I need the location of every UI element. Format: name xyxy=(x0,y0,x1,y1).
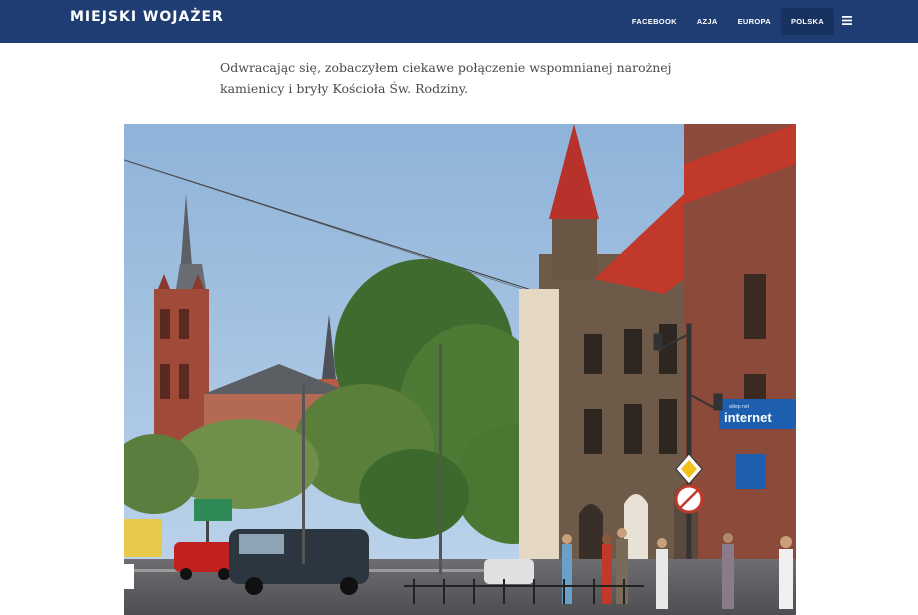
article-paragraph: Odwracając się, zobaczyłem ciekawe połąc… xyxy=(220,60,672,96)
street-photo-illustration: internet sklep net xyxy=(124,124,796,615)
site-logo[interactable]: MIEJSKI WOJAŻER xyxy=(70,9,224,25)
shop-sign-text: internet xyxy=(724,410,772,425)
direction-sign xyxy=(194,499,232,521)
nav-polska[interactable]: POLSKA xyxy=(780,8,834,35)
light-pole xyxy=(302,384,305,564)
article-photo: internet sklep net xyxy=(124,124,796,615)
top-navigation-bar: MIEJSKI WOJAŻER FACEBOOK AZJA EUROPA POL… xyxy=(0,0,918,43)
main-nav: FACEBOOK AZJA EUROPA POLSKA xyxy=(622,0,834,43)
light-pole xyxy=(439,344,442,574)
nav-facebook[interactable]: FACEBOOK xyxy=(622,8,687,35)
menu-button[interactable] xyxy=(836,7,858,33)
hamburger-icon xyxy=(842,15,852,25)
nav-azja[interactable]: AZJA xyxy=(687,8,728,35)
nav-europa[interactable]: EUROPA xyxy=(728,8,781,35)
svg-text:sklep net: sklep net xyxy=(729,404,750,410)
